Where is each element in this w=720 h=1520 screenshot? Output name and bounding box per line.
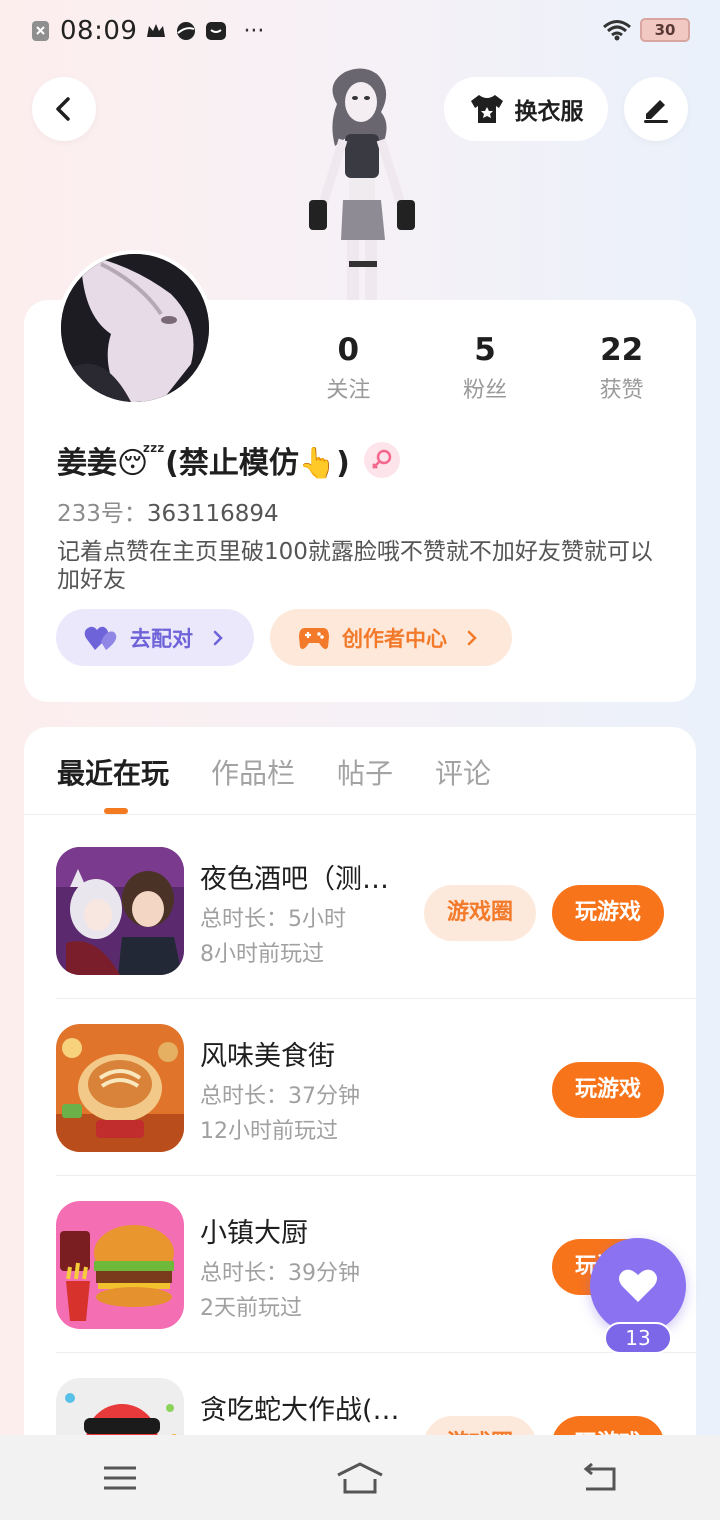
battery-indicator: 30 — [640, 18, 690, 42]
chevron-right-icon — [213, 630, 223, 645]
nickname-row: 姜姜😴(禁止模仿👆) — [57, 438, 400, 482]
stat-followers[interactable]: 5 粉丝 — [417, 330, 554, 404]
back-arrow-icon — [583, 1462, 616, 1490]
back-nav-button[interactable] — [560, 1448, 640, 1508]
hearts-icon — [84, 626, 117, 650]
tab-posts[interactable]: 帖子 — [337, 752, 393, 792]
game-last-played: 2天前玩过 — [200, 1296, 302, 1321]
status-right: 30 — [602, 18, 690, 42]
divider — [24, 814, 696, 815]
game-duration: 总时长：5小时 — [200, 907, 346, 932]
like-count-badge: 13 — [604, 1322, 672, 1354]
profile-tabs: 最近在玩 作品栏 帖子 评论 — [57, 752, 491, 792]
chevron-right-icon — [467, 630, 477, 645]
game-duration: 总时长：39分钟 — [200, 1261, 360, 1286]
close-notification-icon — [32, 21, 49, 41]
game-duration: 总时长：37分钟 — [200, 1084, 360, 1109]
tab-recently-played[interactable]: 最近在玩 — [57, 752, 169, 792]
female-gender-icon — [363, 442, 400, 478]
game-last-played: 12小时前玩过 — [200, 1119, 338, 1144]
avatar-character-figure[interactable] — [295, 64, 425, 302]
edit-profile-button[interactable] — [624, 77, 688, 141]
tab-works[interactable]: 作品栏 — [211, 752, 295, 792]
stat-following[interactable]: 0 关注 — [280, 330, 417, 404]
list-item[interactable]: 夜色酒吧（测… 总时长：5小时 8小时前玩过 游戏圈 玩游戏 — [56, 847, 696, 977]
stat-likes[interactable]: 22 获赞 — [553, 330, 690, 404]
planet-icon — [177, 22, 196, 40]
change-outfit-button[interactable]: 换衣服 — [444, 77, 608, 141]
crown-icon — [147, 24, 166, 37]
gamepad-icon — [299, 627, 329, 649]
avatar[interactable] — [57, 250, 213, 406]
match-label: 去配对 — [130, 626, 193, 651]
game-icon[interactable] — [56, 1201, 184, 1329]
menu-nav-button[interactable] — [80, 1448, 160, 1508]
stat-value: 0 — [337, 332, 360, 368]
divider — [56, 998, 696, 999]
nickname: 姜姜😴(禁止模仿👆) — [57, 446, 350, 481]
message-app-icon — [206, 22, 227, 40]
system-nav-bar — [0, 1435, 720, 1520]
stat-label: 关注 — [326, 378, 371, 403]
home-icon — [337, 1461, 383, 1493]
game-circle-button[interactable]: 游戏圈 — [424, 885, 536, 941]
avatar-image — [61, 254, 209, 402]
list-item[interactable]: 风味美食街 总时长：37分钟 12小时前玩过 玩游戏 — [56, 1024, 696, 1154]
user-id-value: 363116894 — [146, 501, 279, 527]
heart-icon — [619, 1269, 657, 1302]
creator-center-button[interactable]: 创作者中心 — [270, 609, 512, 666]
floating-like-button[interactable] — [590, 1238, 686, 1334]
play-game-button[interactable]: 玩游戏 — [552, 885, 664, 941]
status-left: 08:09 ··· — [30, 16, 264, 46]
user-id: 233号：363116894 — [57, 494, 279, 528]
game-name: 夜色酒吧（测… — [200, 864, 389, 895]
back-button[interactable] — [32, 77, 96, 141]
stat-label: 粉丝 — [463, 378, 508, 403]
more-status-indicator: ··· — [243, 18, 265, 44]
divider — [56, 1352, 696, 1353]
pen-icon — [644, 100, 668, 123]
match-button[interactable]: 去配对 — [56, 609, 254, 666]
stat-value: 22 — [600, 332, 644, 368]
creator-center-label: 创作者中心 — [342, 626, 447, 651]
chevron-left-icon — [56, 97, 70, 121]
change-outfit-label: 换衣服 — [514, 99, 584, 125]
stat-value: 5 — [474, 332, 496, 368]
tshirt-icon — [470, 95, 503, 123]
divider — [56, 1175, 696, 1176]
tab-comments[interactable]: 评论 — [435, 752, 491, 792]
play-game-button[interactable]: 玩游戏 — [552, 1062, 664, 1118]
status-time: 08:09 — [60, 16, 138, 46]
game-name: 小镇大厨 — [200, 1218, 308, 1249]
wifi-icon — [603, 20, 631, 41]
user-bio: 记着点赞在主页里破100就露脸哦不赞就不加好友赞就可以加好友 — [57, 539, 653, 593]
status-bar: 08:09 ··· 30 — [0, 0, 720, 66]
game-icon[interactable] — [56, 847, 184, 975]
game-name: 风味美食街 — [200, 1041, 335, 1072]
game-name: 贪吃蛇大作战(… — [200, 1395, 400, 1426]
game-last-played: 8小时前玩过 — [200, 942, 324, 967]
stat-label: 获赞 — [599, 378, 644, 403]
user-id-label: 233号： — [57, 501, 147, 527]
menu-icon — [104, 1466, 136, 1489]
profile-stats: 0 关注 5 粉丝 22 获赞 — [280, 330, 690, 404]
home-nav-button[interactable] — [320, 1448, 400, 1508]
game-icon[interactable] — [56, 1024, 184, 1152]
